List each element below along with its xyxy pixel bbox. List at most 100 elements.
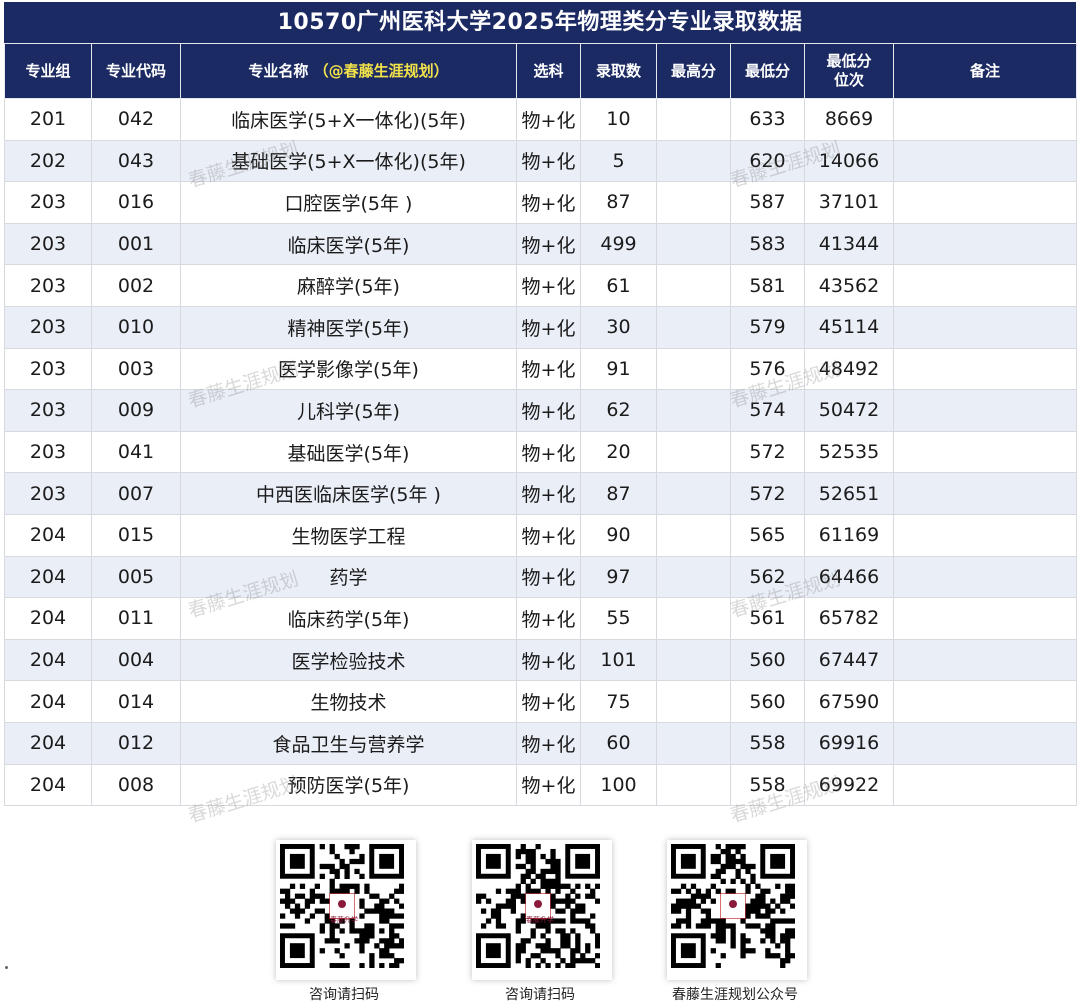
- qr-caption: 咨询请扫码: [505, 987, 575, 1003]
- cell-code: 011: [91, 597, 181, 640]
- cell-subject: 物+化: [516, 430, 581, 474]
- cell-rank: 37101: [804, 181, 894, 224]
- table-row: 203 010 精神医学(5年) 物+化 30 579 45114: [4, 305, 1077, 349]
- cell-rank: 43562: [804, 264, 894, 307]
- cell-note: [893, 472, 1077, 515]
- cell-code: 010: [91, 305, 181, 349]
- cell-rank: 14066: [804, 139, 894, 183]
- cell-group: 201: [4, 98, 92, 141]
- cell-rank: 69922: [804, 763, 894, 807]
- cell-rank: 52651: [804, 472, 894, 515]
- cell-note: [893, 597, 1077, 640]
- cell-subject: 物+化: [516, 513, 581, 557]
- table-row: 204 008 预防医学(5年) 物+化 100 558 69922: [4, 763, 1077, 807]
- cell-min: 576: [730, 347, 805, 391]
- qr-caption: 咨询请扫码: [309, 987, 379, 1003]
- cell-code: 007: [91, 472, 181, 515]
- cell-code: 001: [91, 222, 181, 266]
- cell-admitted: 10: [580, 98, 657, 141]
- cell-max: [656, 555, 731, 599]
- cell-admitted: 97: [580, 555, 657, 599]
- cell-admitted: 60: [580, 721, 657, 765]
- cell-rank: 69916: [804, 721, 894, 765]
- cell-admitted: 87: [580, 472, 657, 515]
- cell-code: 041: [91, 430, 181, 474]
- table-row: 201 042 临床医学(5+X一体化)(5年) 物+化 10 633 8669: [4, 98, 1077, 141]
- cell-min: 561: [730, 597, 805, 640]
- cell-code: 042: [91, 98, 181, 141]
- cell-admitted: 87: [580, 181, 657, 224]
- cell-max: [656, 222, 731, 266]
- cell-rank: 45114: [804, 305, 894, 349]
- cell-max: [656, 513, 731, 557]
- cell-note: [893, 513, 1077, 557]
- cell-subject: 物+化: [516, 139, 581, 183]
- cell-name: 中西医临床医学(5年 ): [180, 472, 517, 515]
- cell-group: 203: [4, 472, 92, 515]
- cell-code: 009: [91, 389, 181, 432]
- cell-note: [893, 430, 1077, 474]
- table-row: 203 002 麻醉学(5年) 物+化 61 581 43562: [4, 264, 1077, 307]
- cell-rank: 65782: [804, 597, 894, 640]
- cell-code: 002: [91, 264, 181, 307]
- cell-admitted: 75: [580, 680, 657, 723]
- cell-group: 203: [4, 222, 92, 266]
- cell-group: 203: [4, 389, 92, 432]
- cell-min: 579: [730, 305, 805, 349]
- cell-admitted: 100: [580, 763, 657, 807]
- col-header-note: 备注: [893, 43, 1077, 99]
- col-header-min-rank-line2: 位次: [833, 71, 864, 89]
- cell-subject: 物+化: [516, 555, 581, 599]
- cell-admitted: 499: [580, 222, 657, 266]
- cell-name: 临床医学(5年): [180, 222, 517, 266]
- cell-min: 560: [730, 638, 805, 682]
- cell-name: 食品卫生与营养学: [180, 721, 517, 765]
- cell-name: 生物技术: [180, 680, 517, 723]
- page-title: 10570广州医科大学2025年物理类分专业录取数据: [4, 2, 1076, 43]
- table-row: 204 011 临床药学(5年) 物+化 55 561 65782: [4, 597, 1077, 640]
- table-row: 204 004 医学检验技术 物+化 101 560 67447: [4, 638, 1077, 682]
- cell-note: [893, 680, 1077, 723]
- table-row: 203 001 临床医学(5年) 物+化 499 583 41344: [4, 222, 1077, 266]
- cell-min: 572: [730, 472, 805, 515]
- table-row: 203 009 儿科学(5年) 物+化 62 574 50472: [4, 389, 1077, 432]
- cell-min: 572: [730, 430, 805, 474]
- cell-note: [893, 139, 1077, 183]
- cell-admitted: 20: [580, 430, 657, 474]
- qr-caption: 春藤生涯规划公众号: [672, 987, 798, 1003]
- cell-admitted: 62: [580, 389, 657, 432]
- cell-group: 204: [4, 638, 92, 682]
- cell-group: 204: [4, 555, 92, 599]
- table-row: 204 014 生物技术 物+化 75 560 67590: [4, 680, 1077, 723]
- cell-name: 基础医学(5+X一体化)(5年): [180, 139, 517, 183]
- cell-min: 581: [730, 264, 805, 307]
- cell-note: [893, 555, 1077, 599]
- cell-code: 004: [91, 638, 181, 682]
- cell-subject: 物+化: [516, 721, 581, 765]
- cell-rank: 67447: [804, 638, 894, 682]
- cell-name: 麻醉学(5年): [180, 264, 517, 307]
- qr-card: 春藤升学 咨询请扫码: [276, 840, 416, 1004]
- cell-code: 015: [91, 513, 181, 557]
- cell-max: [656, 181, 731, 224]
- corner-mark: [5, 966, 8, 969]
- cell-group: 203: [4, 264, 92, 307]
- cell-group: 203: [4, 305, 92, 349]
- cell-note: [893, 389, 1077, 432]
- cell-code: 008: [91, 763, 181, 807]
- cell-min: 560: [730, 680, 805, 723]
- cell-group: 203: [4, 347, 92, 391]
- cell-note: [893, 305, 1077, 349]
- cell-max: [656, 721, 731, 765]
- cell-rank: 50472: [804, 389, 894, 432]
- cell-min: 633: [730, 98, 805, 141]
- cell-subject: 物+化: [516, 347, 581, 391]
- cell-subject: 物+化: [516, 389, 581, 432]
- qr-logo-text: 春藤升学: [526, 916, 554, 924]
- cell-note: [893, 264, 1077, 307]
- cell-note: [893, 98, 1077, 141]
- cell-note: [893, 638, 1077, 682]
- cell-max: [656, 347, 731, 391]
- qr-card: 春藤升学 咨询请扫码: [472, 840, 612, 1004]
- col-header-group: 专业组: [4, 43, 92, 99]
